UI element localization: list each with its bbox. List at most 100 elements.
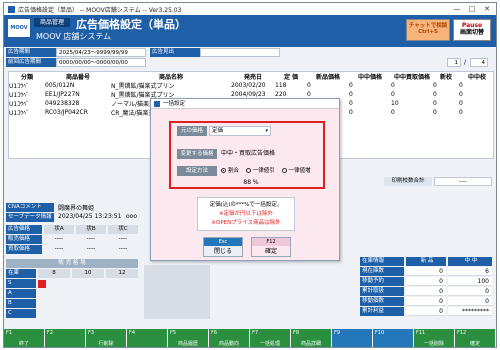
rank-a: A — [6, 289, 36, 298]
function-key-f4[interactable]: F4 — [127, 329, 168, 347]
table-cell: 0 — [349, 82, 353, 89]
stock-new-value: 0 — [406, 307, 446, 316]
method-increase-option[interactable]: 一律値増 — [281, 168, 311, 174]
prev-period-value: 0000/00/00～0000/00/00 — [56, 58, 146, 67]
table-cell: U1ｺｳﾍﾞ — [9, 101, 30, 108]
grid-column-header[interactable]: 新品価格 — [307, 72, 349, 81]
dialog-title: 一括設定 — [163, 101, 186, 107]
rank-c: C — [6, 309, 36, 318]
function-key-code: F1 — [6, 330, 13, 336]
table-cell: 0 — [433, 82, 437, 89]
table-cell: 0 — [433, 91, 437, 98]
bulk-setting-dialog: 一括設定 元の価格 定価 ▾ 変更する価格 中中・買取広告価格 設定方法 割合 … — [150, 98, 340, 261]
function-key-f10[interactable]: F10 — [373, 329, 414, 347]
function-key-f8[interactable]: F8 商品詳細 — [291, 329, 332, 347]
table-cell: U1ｺｳﾍﾞ — [9, 83, 30, 90]
table-cell: 0 — [349, 109, 353, 116]
function-key-f7[interactable]: F7 一括処理 — [250, 329, 291, 347]
table-cell: 0 — [459, 100, 463, 107]
rank-s: S — [6, 279, 36, 288]
function-key-f2[interactable]: F2 — [45, 329, 86, 347]
function-key-f11[interactable]: F11 一括削除 — [414, 329, 455, 347]
inventory-total-value: ---- — [434, 177, 492, 186]
from-price-select[interactable]: 定価 ▾ — [209, 126, 271, 136]
ad-headline-field[interactable] — [200, 48, 280, 57]
function-key-f6[interactable]: F6 商品動向 — [209, 329, 250, 347]
function-key-label: 一括処理 — [259, 341, 280, 347]
grid-column-header[interactable]: 商品番号 — [45, 72, 111, 81]
pause-button[interactable]: Pause 画面切替 — [453, 19, 491, 41]
function-key-f12[interactable]: F12 確定 — [455, 329, 496, 347]
sales-block-title: 販 売 格 場 — [6, 259, 138, 268]
function-key-label: 商品動向 — [218, 341, 239, 347]
rank-s-marker — [38, 280, 46, 288]
settings-highlight-box: 元の価格 定価 ▾ 変更する価格 中中・買取広告価格 設定方法 割合 一律値引 … — [169, 121, 325, 189]
method-increase-label: 一律値増 — [288, 168, 311, 174]
buy-price-label: 買取価格 — [6, 245, 42, 254]
chevron-down-icon: ▾ — [265, 128, 268, 134]
maximize-button[interactable]: □ — [465, 4, 479, 14]
grid-column-header[interactable]: 定 価 — [275, 72, 307, 81]
minimize-button[interactable]: — — [450, 4, 464, 14]
stock-new-value: 0 — [406, 277, 446, 286]
function-key-label: 行削除 — [98, 341, 114, 347]
sale-price-b: ---- — [86, 235, 96, 242]
page-current: 1 — [447, 58, 461, 67]
period-value[interactable]: 2025/04/23～9999/99/99 — [56, 48, 146, 57]
grid-column-header[interactable]: 新校 — [433, 72, 459, 81]
radio-icon — [245, 168, 251, 173]
title-bar: 広告価格設定（単品） -- MOOV店舗システム -- Ver3.25.03 —… — [4, 3, 496, 15]
buy-price-a: ---- — [54, 245, 64, 252]
change-price-value: 中中・買取広告価格 — [221, 150, 276, 157]
stock-row-label: 移動予約 — [360, 277, 404, 286]
function-key-label: 商品詳細 — [300, 341, 321, 347]
stock-used-header: 中 中 — [448, 257, 492, 266]
dialog-confirm-button[interactable]: F12 確定 — [251, 237, 291, 257]
state-c-header: 状C — [108, 225, 138, 234]
ad-headline-label: 広告見出 — [150, 48, 200, 57]
table-cell: 0 — [459, 91, 463, 98]
table-cell: 049238328 — [45, 100, 80, 107]
table-cell: 0 — [391, 91, 395, 98]
grid-column-header[interactable]: 発売日 — [231, 72, 275, 81]
function-key-f3[interactable]: F3 行削除 — [86, 329, 127, 347]
function-key-f1[interactable]: F1 終了 — [4, 329, 45, 347]
grid-column-header[interactable]: 中中校 — [459, 72, 493, 81]
function-key-label: 終了 — [18, 341, 29, 347]
function-key-label: 確定 — [469, 341, 480, 347]
stock-new-value: 0 — [406, 267, 446, 276]
table-cell: 0 — [459, 82, 463, 89]
grid-column-header[interactable]: 中中価格 — [349, 72, 391, 81]
table-cell: 0 — [307, 82, 311, 89]
function-key-f5[interactable]: F5 商品履歴 — [168, 329, 209, 347]
dialog-title-bar: 一括設定 — [151, 99, 339, 109]
grid-column-header[interactable]: 分類 — [9, 72, 45, 81]
stock-new-header: 新 品 — [406, 257, 446, 266]
function-key-code: F10 — [375, 330, 385, 336]
table-row[interactable]: U1ｺｳﾍﾞ 005/012N N_黒燐鉱/猫楽式プリン 2003/02/20 118 0… — [9, 81, 493, 90]
chat-button-shortcut: Ctrl+S — [418, 29, 438, 36]
rank-header-stock: 在庫 — [6, 269, 36, 278]
app-icon — [8, 5, 15, 13]
method-ratio-option[interactable]: 割合 — [221, 168, 239, 174]
rank-header-8: 8 — [38, 269, 70, 278]
grid-column-header[interactable]: 中中買取価格 — [391, 72, 433, 81]
note-box: 定価(込)の***%で一括設定。 ※定価が円以下は除外 ※OPENプライス商品は… — [197, 197, 295, 231]
function-key-f9[interactable]: F9 — [332, 329, 373, 347]
table-cell: 0 — [433, 109, 437, 116]
close-button[interactable]: ✕ — [480, 4, 494, 14]
close-key-label: Esc — [204, 238, 242, 246]
sale-price-a: ---- — [54, 235, 64, 242]
pause-sub-label: 画面切替 — [459, 28, 484, 36]
dialog-close-button[interactable]: Esc 閉じる — [203, 237, 243, 257]
page-separator: / — [464, 59, 467, 66]
percent-input[interactable]: 88 % — [231, 179, 271, 186]
confirm-button-label: 確定 — [264, 248, 277, 255]
table-cell: 2003/02/20 — [231, 82, 266, 89]
method-discount-option[interactable]: 一律値引 — [245, 168, 275, 174]
chat-button[interactable]: チャットで相談 Ctrl+S — [406, 19, 450, 41]
grid-column-header[interactable]: 商品名称 — [111, 72, 231, 81]
function-key-code: F4 — [129, 330, 136, 336]
page-title: 広告価格設定（単品） — [76, 18, 186, 31]
moov-logo: MOOV — [8, 19, 30, 37]
